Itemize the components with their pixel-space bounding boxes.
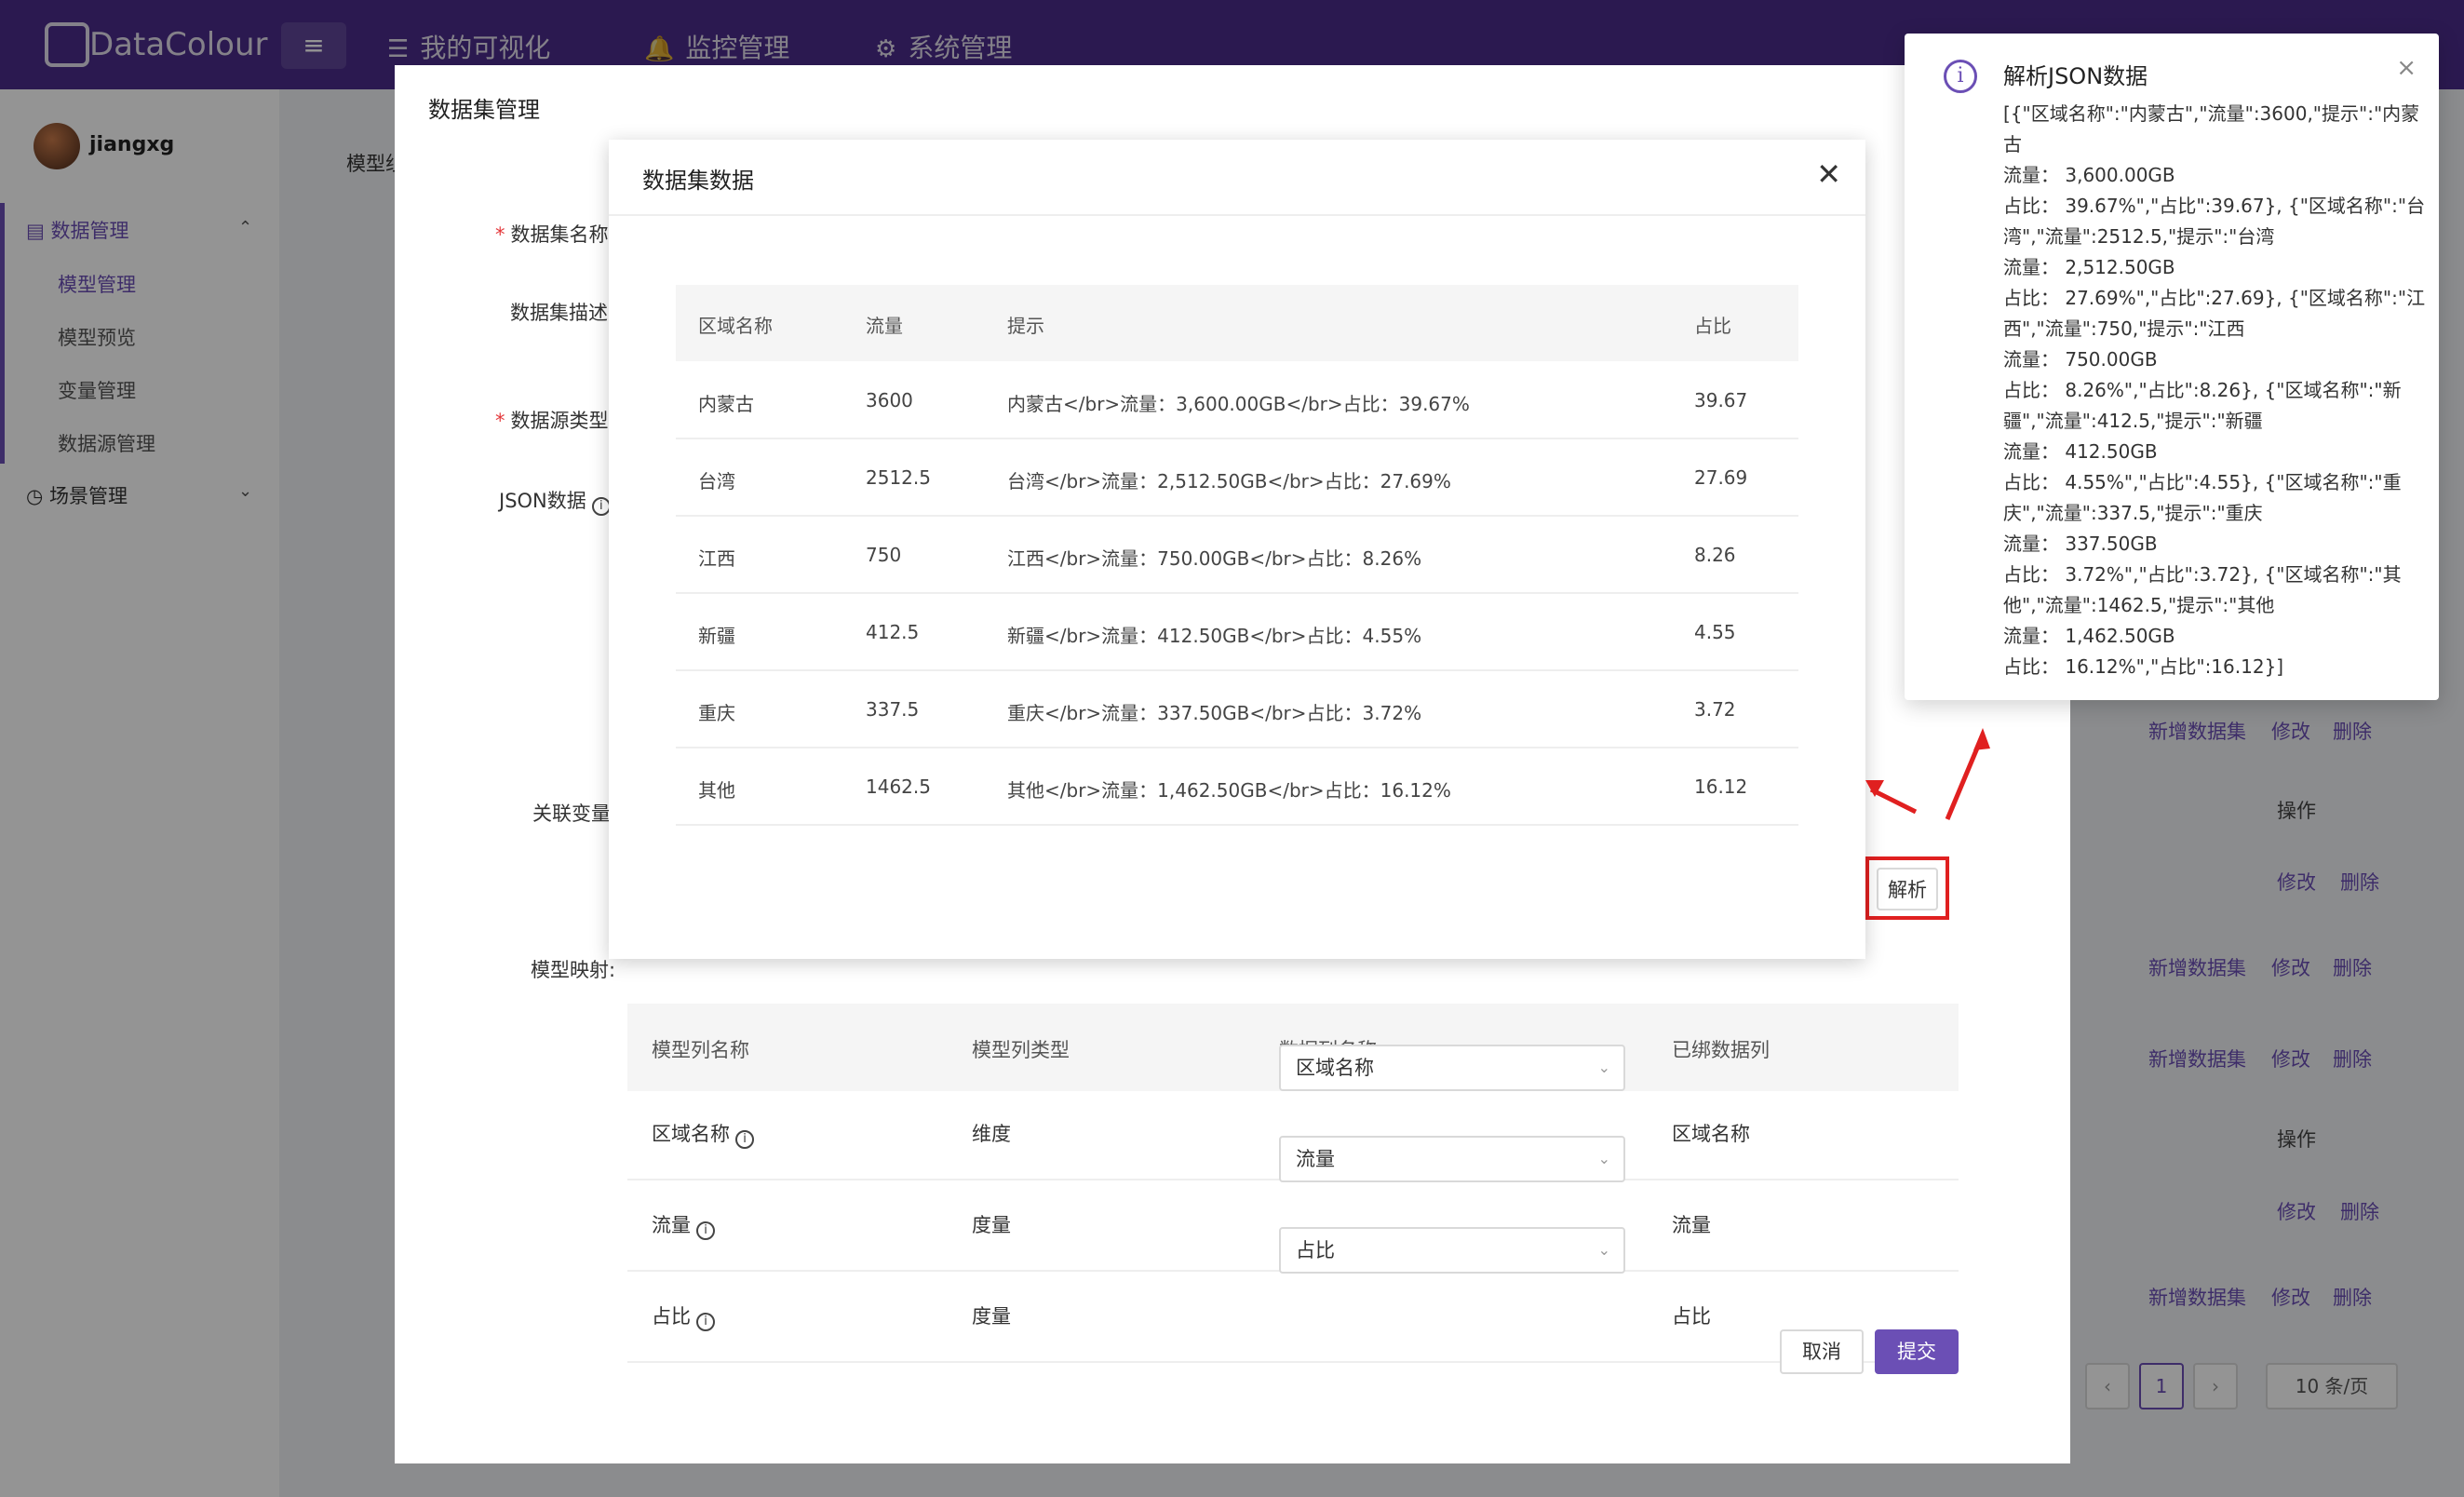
mapping-column-type: 维度 xyxy=(972,1123,1011,1145)
mapping-bound-column: 流量 xyxy=(1672,1214,1711,1236)
cell-region: 重庆 xyxy=(698,702,735,724)
mapping-model-column-name: 区域名称 i xyxy=(652,1119,754,1149)
mapping-bound-column: 区域名称 xyxy=(1672,1123,1750,1145)
cell-tip: 江西</br>流量：750.00GB</br>占比：8.26% xyxy=(1007,547,1422,570)
row-divider xyxy=(676,747,1798,748)
cell-ratio: 8.26 xyxy=(1694,544,1736,566)
notification-line: 占比： 3.72%","占比":3.72}, {"区域名称":"其 xyxy=(2003,563,2402,586)
column-header-ratio: 占比 xyxy=(1694,315,1731,337)
dataset-desc-label: 数据集描述 xyxy=(510,302,608,324)
cell-ratio: 39.67 xyxy=(1694,389,1748,411)
cell-tip: 台湾</br>流量：2,512.50GB</br>占比：27.69% xyxy=(1007,470,1451,492)
model-mapping-label: 模型映射: xyxy=(531,959,616,981)
notification-line: 庆","流量":337.5,"提示":"重庆 xyxy=(2003,502,2263,524)
related-variable-label: 关联变量 xyxy=(532,802,611,825)
modal-title: 数据集数据 xyxy=(642,168,754,194)
cell-ratio: 3.72 xyxy=(1694,698,1736,721)
notification-line: [{"区域名称":"内蒙古","流量":3600,"提示":"内蒙 xyxy=(2003,102,2420,125)
cell-flow: 3600 xyxy=(866,389,913,411)
cell-region: 江西 xyxy=(698,547,735,570)
cell-flow: 2512.5 xyxy=(866,466,931,489)
modal-title: 数据集管理 xyxy=(428,97,540,123)
dataset-name-label: * 数据集名称 xyxy=(495,223,609,246)
cell-tip: 重庆</br>流量：337.50GB</br>占比：3.72% xyxy=(1007,702,1422,724)
chevron-down-icon: ⌄ xyxy=(1597,1059,1610,1076)
row-divider xyxy=(676,824,1798,826)
column-header-region: 区域名称 xyxy=(698,315,773,337)
submit-button[interactable]: 提交 xyxy=(1875,1329,1959,1374)
cell-ratio: 4.55 xyxy=(1694,621,1736,643)
notification-title: 解析JSON数据 xyxy=(2003,63,2148,89)
row-divider xyxy=(676,592,1798,594)
notification-line: 古 xyxy=(2003,133,2022,155)
notification-line: 流量： 3,600.00GB xyxy=(2003,164,2175,186)
data-column-select[interactable]: 区域名称 ⌄ xyxy=(1279,1045,1625,1091)
notification-line: 流量： 2,512.50GB xyxy=(2003,256,2175,278)
notification-line: 占比： 39.67%","占比":39.67}, {"区域名称":"台 xyxy=(2003,195,2426,217)
chevron-down-icon: ⌄ xyxy=(1597,1241,1610,1259)
cell-flow: 412.5 xyxy=(866,621,920,643)
column-header-flow: 流量 xyxy=(866,315,903,337)
cell-flow: 1462.5 xyxy=(866,775,931,798)
cell-region: 台湾 xyxy=(698,470,735,492)
row-divider xyxy=(676,669,1798,671)
cell-region: 新疆 xyxy=(698,625,735,647)
parse-button[interactable]: 解析 xyxy=(1877,868,1938,910)
chevron-down-icon: ⌄ xyxy=(1597,1150,1610,1167)
notification-line: 流量： 1,462.50GB xyxy=(2003,625,2175,647)
info-icon: i xyxy=(1944,60,1977,93)
datasource-type-label: * 数据源类型 xyxy=(495,410,609,432)
cell-flow: 750 xyxy=(866,544,902,566)
mapping-model-column-name: 占比 i xyxy=(652,1301,715,1331)
close-icon[interactable]: ✕ xyxy=(1816,156,1841,192)
cancel-button[interactable]: 取消 xyxy=(1780,1329,1864,1374)
cell-flow: 337.5 xyxy=(866,698,920,721)
notification-line: 他","流量":1462.5,"提示":"其他 xyxy=(2003,594,2275,616)
row-divider xyxy=(676,438,1798,439)
notification-line: 疆","流量":412.5,"提示":"新疆 xyxy=(2003,410,2263,432)
row-divider xyxy=(676,515,1798,517)
info-icon: i xyxy=(735,1130,754,1149)
data-column-select[interactable]: 占比 ⌄ xyxy=(1279,1227,1625,1274)
cell-ratio: 27.69 xyxy=(1694,466,1748,489)
mapping-header-bound-column: 已绑数据列 xyxy=(1672,1039,1770,1061)
info-icon: i xyxy=(696,1313,715,1331)
header-divider xyxy=(609,214,1865,216)
mapping-header-column-type: 模型列类型 xyxy=(972,1039,1070,1061)
notification-line: 占比： 8.26%","占比":8.26}, {"区域名称":"新 xyxy=(2003,379,2402,401)
notification-line: 占比： 4.55%","占比":4.55}, {"区域名称":"重 xyxy=(2003,471,2402,493)
dataset-data-modal: 数据集数据 ✕ 区域名称 流量 提示 占比 内蒙古 3600 内蒙古</br>流… xyxy=(609,140,1865,959)
info-icon: i xyxy=(591,497,611,516)
notification-line: 西","流量":750,"提示":"江西 xyxy=(2003,317,2245,340)
json-data-label: JSON数据 i xyxy=(499,486,611,516)
notification-line: 流量： 337.50GB xyxy=(2003,533,2158,555)
column-header-tip: 提示 xyxy=(1007,315,1044,337)
cell-region: 内蒙古 xyxy=(698,393,754,415)
cell-region: 其他 xyxy=(698,779,735,802)
close-icon[interactable]: × xyxy=(2396,54,2417,82)
data-column-select[interactable]: 流量 ⌄ xyxy=(1279,1136,1625,1182)
cell-tip: 新疆</br>流量：412.50GB</br>占比：4.55% xyxy=(1007,625,1422,647)
cell-tip: 内蒙古</br>流量：3,600.00GB</br>占比：39.67% xyxy=(1007,393,1470,415)
mapping-column-type: 度量 xyxy=(972,1214,1011,1236)
mapping-column-type: 度量 xyxy=(972,1305,1011,1328)
notification-line: 占比： 27.69%","占比":27.69}, {"区域名称":"江 xyxy=(2003,287,2426,309)
row-divider xyxy=(627,1361,1959,1363)
mapping-model-column-name: 流量 i xyxy=(652,1210,715,1240)
notification-line: 湾","流量":2512.5,"提示":"台湾 xyxy=(2003,225,2275,248)
info-icon: i xyxy=(696,1221,715,1240)
parse-json-notification: i 解析JSON数据 × [{"区域名称":"内蒙古","流量":3600,"提… xyxy=(1905,34,2439,700)
mapping-bound-column: 占比 xyxy=(1672,1305,1711,1328)
mapping-header-model-column: 模型列名称 xyxy=(652,1039,749,1061)
cell-ratio: 16.12 xyxy=(1694,775,1748,798)
table-header xyxy=(676,285,1798,361)
notification-line: 流量： 750.00GB xyxy=(2003,348,2158,371)
cell-tip: 其他</br>流量：1,462.50GB</br>占比：16.12% xyxy=(1007,779,1451,802)
notification-line: 占比： 16.12%","占比":16.12}] xyxy=(2003,655,2284,678)
notification-line: 流量： 412.50GB xyxy=(2003,440,2158,463)
